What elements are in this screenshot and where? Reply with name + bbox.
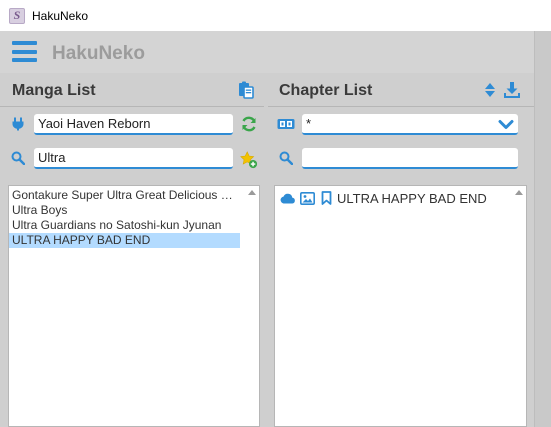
manga-list-title: Manga List: [12, 82, 96, 99]
cloud-icon[interactable]: [279, 192, 296, 204]
chapter-list-panel: Chapter List * ULTRA HAPPY BAD END: [268, 73, 534, 427]
manga-list-item[interactable]: Ultra Guardians no Satoshi-kun Jyunan: [9, 218, 240, 233]
menu-hamburger-icon[interactable]: [12, 41, 37, 62]
clipboard-paste-icon[interactable]: [237, 81, 255, 99]
favorite-star-add-icon[interactable]: [240, 151, 258, 169]
manga-list-item[interactable]: Gontakure Super Ultra Great Delicious Wo…: [9, 188, 240, 203]
manga-list[interactable]: Gontakure Super Ultra Great Delicious Wo…: [8, 185, 260, 427]
app-name: HakuNeko: [52, 43, 145, 64]
language-select-value: *: [306, 116, 312, 131]
manga-list-item-selected[interactable]: ULTRA HAPPY BAD END: [9, 233, 240, 248]
side-strip: [534, 31, 551, 427]
app-logo-icon: S: [9, 7, 25, 24]
manga-list-item[interactable]: Ultra Boys: [9, 203, 240, 218]
language-row: *: [268, 109, 534, 141]
app-header: HakuNeko: [0, 31, 551, 73]
chapter-search-input[interactable]: [302, 148, 518, 169]
manga-list-header: Manga List: [0, 73, 264, 107]
sort-icon[interactable]: [484, 81, 496, 99]
connector-input[interactable]: [34, 114, 233, 135]
chapter-list-item[interactable]: ULTRA HAPPY BAD END: [279, 190, 504, 206]
chapter-list-title: Chapter List: [279, 82, 373, 99]
chapter-list-header: Chapter List: [268, 73, 534, 107]
chapter-search-row: [268, 143, 534, 175]
plug-icon: [12, 117, 24, 131]
scroll-up-arrow-icon[interactable]: [248, 190, 256, 195]
window-titlebar: S HakuNeko: [0, 0, 551, 31]
language-icon: [277, 119, 295, 129]
image-icon[interactable]: [300, 191, 315, 205]
bookmark-icon[interactable]: [321, 191, 332, 205]
manga-search-row: [0, 143, 264, 175]
refresh-icon[interactable]: [240, 115, 258, 133]
manga-list-panel: Manga List Yaoi Haven Reborn Ultra Gonta…: [0, 73, 264, 427]
scroll-up-arrow-icon[interactable]: [515, 190, 523, 195]
chapter-label: ULTRA HAPPY BAD END: [337, 190, 487, 206]
window-title: HakuNeko: [32, 8, 89, 23]
connector-row: [0, 109, 264, 141]
search-icon: [11, 151, 25, 165]
manga-search-input[interactable]: [34, 148, 233, 169]
download-icon[interactable]: [503, 81, 521, 99]
search-icon: [279, 151, 293, 165]
chapter-list[interactable]: ULTRA HAPPY BAD END: [274, 185, 527, 427]
chevron-down-icon[interactable]: [498, 119, 514, 131]
language-select[interactable]: *: [302, 114, 518, 135]
